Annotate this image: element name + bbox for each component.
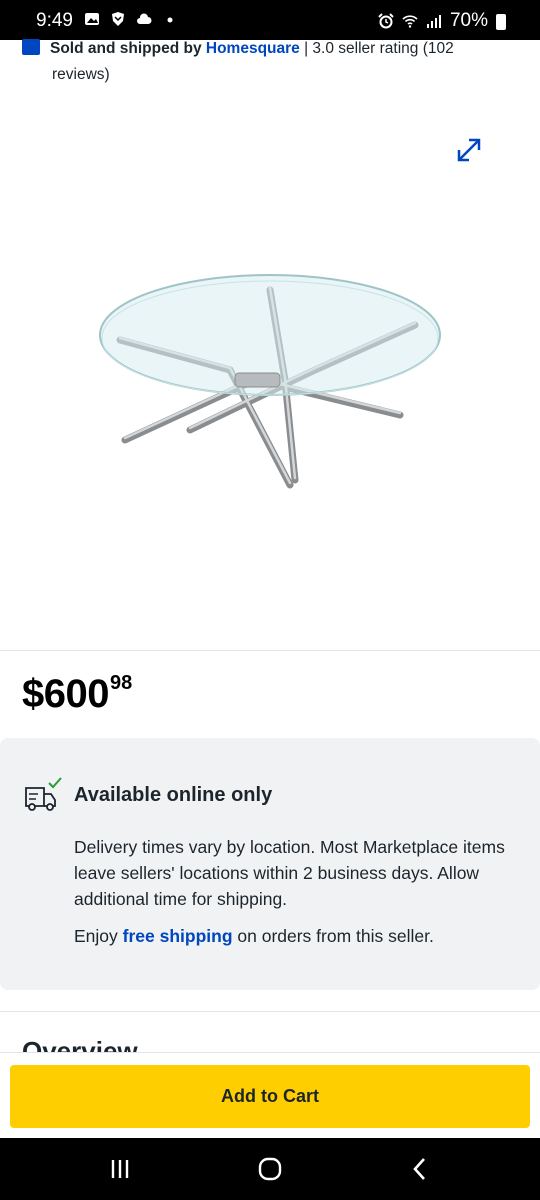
availability-description: Delivery times vary by location. Most Ma… — [74, 837, 505, 909]
recent-apps-icon[interactable] — [105, 1154, 135, 1184]
shipping-prefix: Enjoy — [74, 926, 123, 946]
marketplace-badge-icon — [22, 39, 40, 55]
gallery-icon — [85, 13, 99, 25]
wifi-icon — [402, 15, 418, 28]
back-icon[interactable] — [405, 1154, 435, 1184]
status-time: 9:49 — [36, 10, 73, 31]
price-dollars: $600 — [22, 672, 109, 716]
battery-icon — [496, 14, 506, 30]
seller-rating: | 3.0 seller rating (102 — [299, 40, 454, 57]
overview-heading: Overview — [22, 1036, 138, 1052]
free-shipping-link[interactable]: free shipping — [123, 926, 233, 946]
cart-bar: Add to Cart — [0, 1052, 540, 1138]
section-divider — [0, 650, 540, 651]
battery-percent: 70% — [449, 10, 488, 31]
signal-icon — [426, 15, 441, 28]
seller-info: Sold and shipped by Homesquare | 3.0 sel… — [22, 36, 512, 88]
shipping-info: Enjoy free shipping on orders from this … — [74, 923, 524, 949]
shipping-suffix: on orders from this seller. — [232, 926, 434, 946]
status-right-icons: 70% — [378, 10, 506, 32]
seller-prefix: Sold and shipped by — [50, 40, 202, 57]
delivery-truck-icon — [25, 777, 62, 811]
status-left-icons — [84, 11, 178, 27]
status-bar: 9:49 70% — [0, 0, 540, 40]
shield-icon — [112, 12, 124, 26]
cloud-icon — [137, 13, 152, 24]
price-cents: 98 — [109, 672, 133, 694]
availability-title: Available online only — [74, 784, 273, 806]
home-icon[interactable] — [255, 1154, 285, 1184]
system-nav-bar — [0, 1138, 540, 1200]
alarm-icon — [378, 13, 394, 29]
expand-icon[interactable] — [455, 136, 483, 164]
seller-name-link[interactable]: Homesquare — [206, 40, 300, 57]
section-divider — [0, 1011, 540, 1012]
dot-icon — [167, 17, 173, 23]
product-image[interactable] — [90, 270, 450, 500]
product-price: $60098 — [22, 672, 132, 717]
add-to-cart-button[interactable]: Add to Cart — [10, 1065, 530, 1128]
seller-rating-reviews: reviews) — [52, 66, 110, 83]
